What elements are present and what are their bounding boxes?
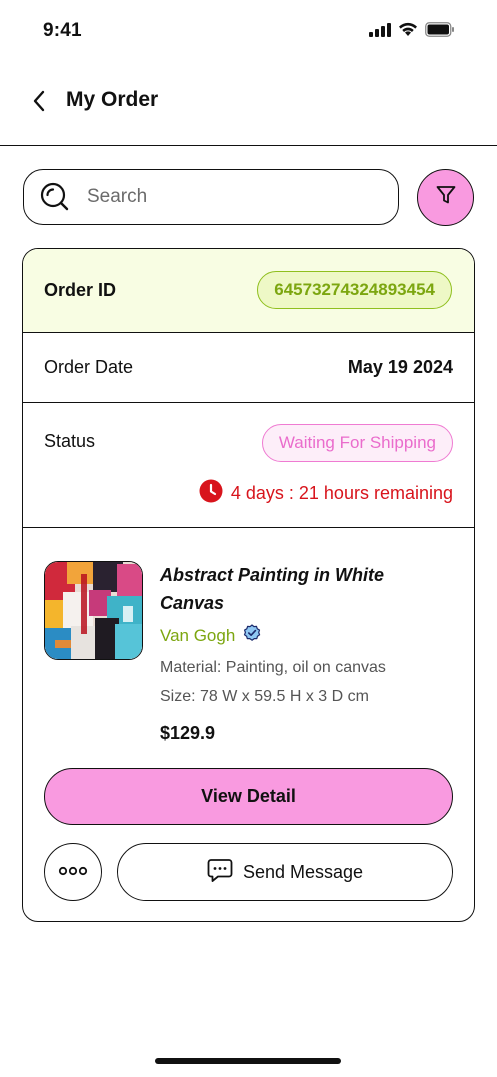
filter-button[interactable] bbox=[417, 169, 474, 226]
header: My Order bbox=[0, 64, 497, 146]
order-id-label: Order ID bbox=[44, 280, 117, 300]
search-box[interactable] bbox=[23, 169, 399, 225]
artist-name[interactable]: Van Gogh bbox=[160, 626, 235, 646]
chat-bubble-icon bbox=[207, 857, 233, 888]
status-icons bbox=[369, 22, 455, 42]
product-size: Size: 78 W x 59.5 H x 3 D cm bbox=[160, 688, 369, 705]
home-indicator bbox=[155, 1058, 341, 1064]
send-message-button[interactable]: Send Message bbox=[117, 843, 453, 901]
wifi-icon bbox=[398, 22, 418, 42]
back-button[interactable] bbox=[24, 88, 54, 118]
status-label: Status bbox=[44, 431, 96, 451]
product-name[interactable]: Abstract Painting in White Canvas bbox=[160, 561, 440, 617]
more-options-button[interactable] bbox=[44, 843, 102, 901]
product-price: $129.9 bbox=[160, 723, 216, 743]
verified-badge-icon bbox=[243, 624, 261, 647]
order-id-row: Order ID 64573274324893454 bbox=[23, 249, 474, 333]
filter-icon bbox=[435, 184, 457, 211]
artist-row: Van Gogh bbox=[160, 624, 261, 647]
status-bar: 9:41 bbox=[0, 0, 497, 64]
status-time: 9:41 bbox=[43, 20, 82, 41]
clock-icon bbox=[199, 479, 223, 508]
view-detail-button[interactable]: View Detail bbox=[44, 768, 453, 825]
status-badge: Waiting For Shipping bbox=[261, 424, 453, 462]
search-input[interactable] bbox=[85, 185, 369, 209]
order-date-value: May 19 2024 bbox=[347, 357, 453, 377]
order-date-row: Order Date May 19 2024 bbox=[23, 333, 474, 403]
page-title: My Order bbox=[66, 88, 159, 111]
product-image[interactable] bbox=[44, 561, 143, 660]
more-horizontal-icon bbox=[58, 863, 88, 881]
product-material: Material: Painting, oil on canvas bbox=[160, 659, 386, 676]
search-icon bbox=[39, 181, 71, 213]
time-remaining-text: 4 days : 21 hours remaining bbox=[230, 483, 453, 503]
time-remaining: 4 days : 21 hours remaining bbox=[199, 479, 453, 508]
send-message-label: Send Message bbox=[242, 861, 364, 882]
battery-icon bbox=[425, 22, 455, 42]
order-status-row: Status Waiting For Shipping 4 days : 21 … bbox=[23, 403, 474, 528]
order-date-label: Order Date bbox=[44, 357, 134, 377]
order-card: Order ID 64573274324893454 Order Date Ma… bbox=[22, 248, 475, 922]
order-id-badge: 64573274324893454 bbox=[257, 271, 452, 309]
chevron-left-icon bbox=[31, 89, 47, 118]
signal-icon bbox=[369, 22, 391, 42]
